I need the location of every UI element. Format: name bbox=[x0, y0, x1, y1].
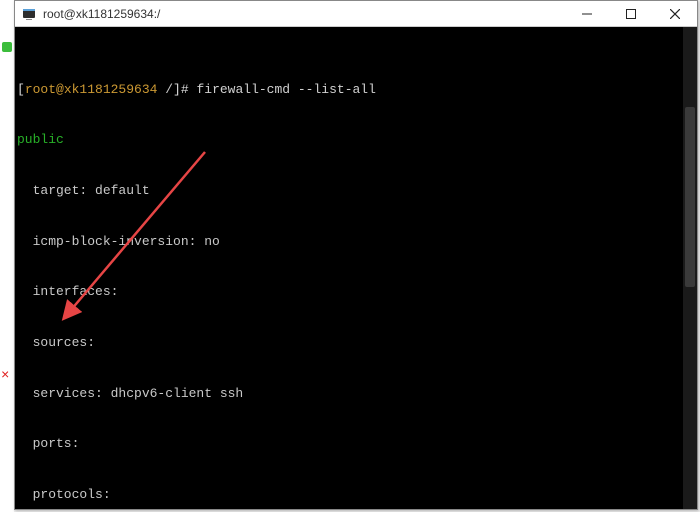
output-services-1: services: dhcpv6-client ssh bbox=[17, 386, 697, 403]
strip-marker-green bbox=[2, 42, 12, 52]
output-interfaces-1: interfaces: bbox=[17, 284, 697, 301]
output-icmpinv-1: icmp-block-inversion: no bbox=[17, 234, 697, 251]
minimize-button[interactable] bbox=[565, 1, 609, 27]
close-button[interactable] bbox=[653, 1, 697, 27]
output-public-1: public bbox=[17, 132, 697, 149]
left-page-strip: × bbox=[0, 0, 14, 512]
terminal-scrollbar[interactable] bbox=[683, 27, 697, 509]
output-sources-1: sources: bbox=[17, 335, 697, 352]
prompt-open: [ bbox=[17, 82, 25, 97]
terminal-body[interactable]: [root@xk1181259634 /]# firewall-cmd --li… bbox=[15, 27, 697, 509]
prompt-close: ]# bbox=[173, 82, 189, 97]
output-target-1: target: default bbox=[17, 183, 697, 200]
command-1: firewall-cmd --list-all bbox=[196, 82, 375, 97]
strip-marker-x: × bbox=[1, 368, 11, 378]
window-title: root@xk1181259634:/ bbox=[43, 7, 565, 21]
terminal-window: root@xk1181259634:/ [root@xk1181259634 /… bbox=[14, 0, 698, 510]
prompt-path: / bbox=[157, 82, 173, 97]
output-ports-1: ports: bbox=[17, 436, 697, 453]
app-icon bbox=[21, 6, 37, 22]
prompt-line-1: [root@xk1181259634 /]# firewall-cmd --li… bbox=[17, 82, 697, 99]
prompt-userhost: root@xk1181259634 bbox=[25, 82, 158, 97]
scrollbar-thumb[interactable] bbox=[685, 107, 695, 287]
output-protocols-1: protocols: bbox=[17, 487, 697, 504]
maximize-button[interactable] bbox=[609, 1, 653, 27]
window-titlebar[interactable]: root@xk1181259634:/ bbox=[15, 1, 697, 27]
